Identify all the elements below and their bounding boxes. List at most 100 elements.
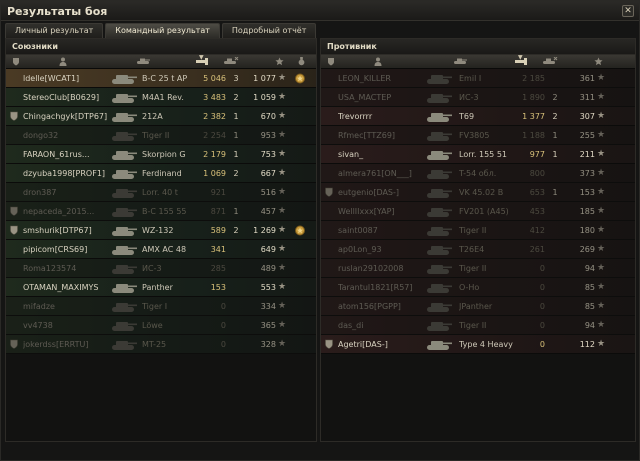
tank-name: T69	[459, 112, 475, 121]
xp-value: 94	[584, 264, 595, 273]
platoon-column-icon[interactable]	[10, 57, 22, 67]
player-column-icon[interactable]	[56, 57, 70, 67]
ally-row[interactable]: OTAMAN_MAXIMYS Panther 153 553 ★	[6, 278, 316, 297]
star-icon: ★	[597, 149, 606, 159]
kills-column-icon[interactable]	[220, 57, 242, 67]
ally-row[interactable]: dron387 Lorr. 40 t 921 516 ★	[6, 183, 316, 202]
sort-arrow-icon: ▼	[518, 54, 523, 61]
ally-row[interactable]: vv4738 Löwe 0 365 ★	[6, 316, 316, 335]
xp-value: 334	[260, 302, 276, 311]
damage-column-icon[interactable]: ▼	[192, 54, 212, 67]
damage-value: 0	[220, 302, 226, 311]
tank-icon	[425, 164, 455, 183]
platoon-column-icon[interactable]	[325, 57, 337, 67]
tank-icon	[425, 259, 455, 278]
ally-row[interactable]: pipicom[CRS69] AMX AC 48 341 649 ★	[6, 240, 316, 259]
xp-value: 516	[260, 188, 276, 197]
close-button[interactable]: ✕	[622, 5, 634, 17]
tank-name: ИС-3	[459, 93, 479, 102]
player-column-icon[interactable]	[371, 57, 385, 67]
ally-row[interactable]: dzyuba1998[PROF1] Ferdinand 1 069 2 667 ★	[6, 164, 316, 183]
achievement-medal-icon[interactable]	[294, 69, 308, 88]
damage-value: 800	[529, 169, 545, 178]
star-icon: ★	[278, 339, 287, 349]
ally-row[interactable]: ldelle[WCAT1] B-C 25 t AP 5 046 3 1 077 ★	[6, 69, 316, 88]
player-name: atom156[PGPP]	[338, 302, 401, 311]
ally-row[interactable]: Roma123574 ИС-3 285 489 ★	[6, 259, 316, 278]
ally-row[interactable]: StereoClub[B0629] M4A1 Rev. 3 483 2 1 059 ★	[6, 88, 316, 107]
tank-column-icon[interactable]	[451, 57, 469, 67]
xp-value: 112	[579, 340, 595, 349]
battle-results-window: Результаты боя ✕ Личный результат Команд…	[0, 0, 640, 461]
enemy-row[interactable]: almera761[ON___] T-54 обл. 800 373 ★	[321, 164, 635, 183]
star-icon: ★	[278, 263, 287, 273]
player-name: eutgenio[DAS-]	[338, 188, 400, 197]
enemy-row[interactable]: Agetri[DAS-] Type 4 Heavy 0 112 ★	[321, 335, 635, 354]
xp-value: 153	[579, 188, 595, 197]
enemy-row[interactable]: saint0087 Tiger II 412 180 ★	[321, 221, 635, 240]
star-icon: ★	[597, 111, 606, 121]
player-name: nepaceda_2015...	[23, 207, 95, 216]
star-icon: ★	[278, 225, 287, 235]
ally-row[interactable]: smshurik[DTP67] WZ-132 589 2 1 269 ★	[6, 221, 316, 240]
enemies-list: LEON_KILLER Emil I2 185 361 ★ USA_MACTEP ИС-3…	[321, 69, 635, 354]
enemy-row[interactable]: USA_MACTEP ИС-3 1 890 2 311 ★	[321, 88, 635, 107]
tank-name: T26E4	[459, 245, 485, 254]
enemy-row[interactable]: ruslan29102008 Tiger II 0 94 ★	[321, 259, 635, 278]
player-name: smshurik[DTP67]	[23, 226, 92, 235]
enemy-row[interactable]: Trevorrrr T69 1 377 2 307 ★	[321, 107, 635, 126]
player-name: USA_MACTEP	[338, 93, 392, 102]
damage-column-icon[interactable]: ▼	[511, 54, 531, 67]
xp-value: 457	[260, 207, 276, 216]
kills-value: 1	[552, 131, 558, 140]
platoon-icon	[325, 164, 335, 183]
platoon-icon	[325, 240, 335, 259]
enemy-row[interactable]: das_di Tiger II 0 94 ★	[321, 316, 635, 335]
platoon-icon	[10, 240, 20, 259]
player-name: Chingachgyk[DTP67]	[23, 112, 108, 121]
enemy-row[interactable]: LEON_KILLER Emil I 2 185 361 ★	[321, 69, 635, 88]
ally-row[interactable]: nepaceda_2015... B-C 155 55 871 1 457 ★	[6, 202, 316, 221]
star-icon: ★	[278, 282, 287, 292]
tank-icon	[425, 126, 455, 145]
enemy-row[interactable]: eutgenio[DAS-] VK 45.02 B 653 1 153 ★	[321, 183, 635, 202]
kills-value: 1	[552, 188, 558, 197]
ally-row[interactable]: Chingachgyk[DTP67] 212A 2 382 1 670 ★	[6, 107, 316, 126]
xp-value: 255	[579, 131, 595, 140]
enemy-row[interactable]: WellIIxxx[YAP] FV201 (A45) 453 185 ★	[321, 202, 635, 221]
ally-row[interactable]: jokerdss[ERRTU] MT-25 0 328 ★	[6, 335, 316, 354]
enemy-row[interactable]: Tarantul1821[R57] O-Ho 0 85 ★	[321, 278, 635, 297]
enemy-row[interactable]: Rfmec[TTZ69] FV3805 1 188 1 255 ★	[321, 126, 635, 145]
tab-team-result[interactable]: Командный результат	[105, 23, 220, 38]
enemy-row[interactable]: atom156[PGPP] JPanther 0 85 ★	[321, 297, 635, 316]
tank-icon	[425, 297, 455, 316]
platoon-icon	[325, 297, 335, 316]
kills-column-icon[interactable]	[539, 57, 561, 67]
kills-value	[547, 259, 563, 278]
window-title: Результаты боя	[7, 5, 108, 18]
kills-value	[228, 240, 244, 259]
platoon-icon	[10, 278, 20, 297]
achievement-medal-icon[interactable]	[294, 221, 308, 240]
tank-column-icon[interactable]	[134, 57, 152, 67]
kills-value	[228, 335, 244, 354]
tab-detailed-report[interactable]: Подробный отчёт	[221, 23, 317, 38]
damage-value: 0	[539, 321, 545, 330]
ally-row[interactable]: mifadze Tiger I 0 334 ★	[6, 297, 316, 316]
enemy-row[interactable]: sivan_ Lorr. 155 51 977 1 211 ★	[321, 145, 635, 164]
xp-column-icon[interactable]	[591, 57, 605, 67]
ally-row[interactable]: dongo32 Tiger II 2 254 1 953 ★	[6, 126, 316, 145]
xp-column-icon[interactable]	[272, 57, 286, 67]
player-name: Trevorrrr	[338, 112, 373, 121]
medal-column-icon[interactable]	[294, 57, 308, 67]
xp-value: 269	[579, 245, 595, 254]
tank-name: VK 45.02 B	[459, 188, 504, 197]
enemy-row[interactable]: ap0Lon_93 T26E4 261 269 ★	[321, 240, 635, 259]
tab-personal-result[interactable]: Личный результат	[5, 23, 104, 38]
ally-row[interactable]: FARAON_61rus... Skorpion G2 179 1 753 ★	[6, 145, 316, 164]
star-icon: ★	[278, 111, 287, 121]
kills-value: 2	[552, 112, 558, 121]
platoon-icon	[325, 202, 335, 221]
star-icon: ★	[597, 187, 606, 197]
tank-icon	[110, 316, 140, 335]
